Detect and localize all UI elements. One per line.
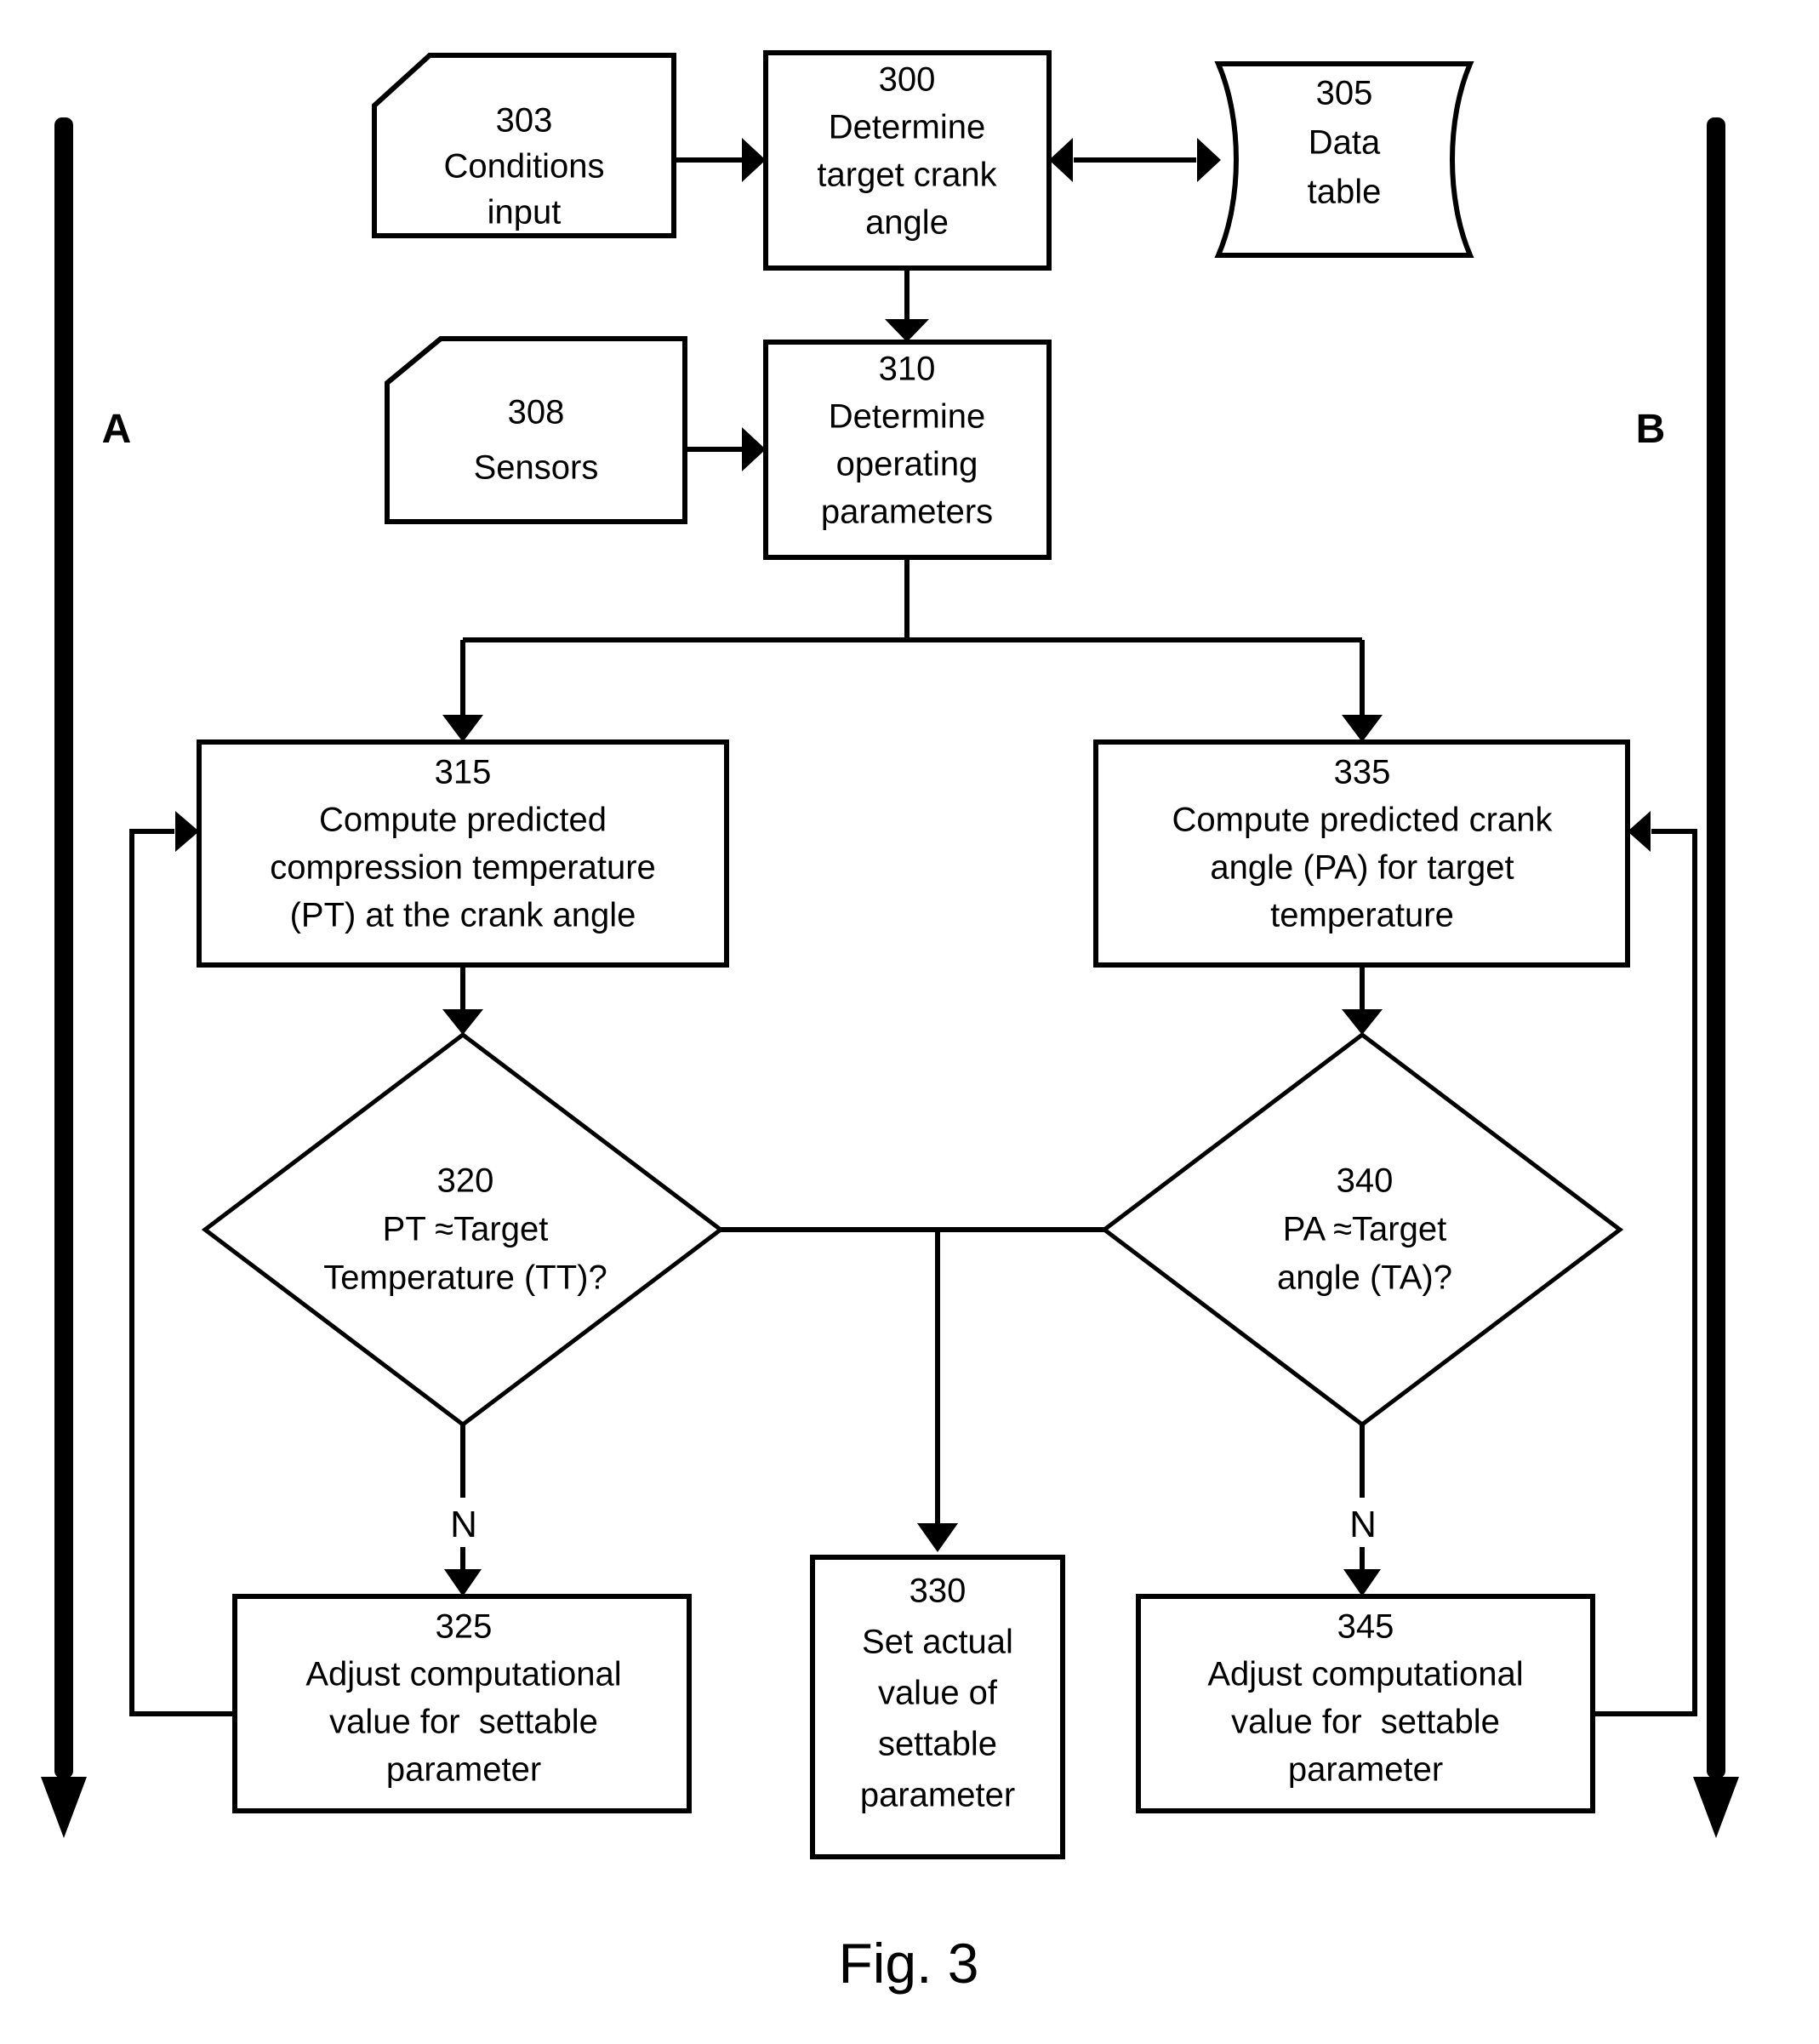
node-310-id: 310: [879, 351, 936, 388]
node-300-line3: angle: [865, 204, 949, 242]
node-315-line3: (PT) at the crank angle: [290, 897, 636, 934]
node-308-line1: Sensors: [474, 449, 599, 487]
node-335-line3: temperature: [1270, 897, 1454, 934]
node-345-id: 345: [1337, 1608, 1394, 1646]
node-305: 305 Data table: [1308, 75, 1382, 211]
rail-a-label: A: [102, 407, 132, 452]
edge-308-to-310: [685, 427, 766, 471]
node-345-line1: Adjust computational: [1207, 1656, 1523, 1693]
node-303-line2: input: [488, 194, 562, 231]
figure-caption: Fig. 3: [838, 1932, 978, 1995]
node-330-id: 330: [910, 1573, 967, 1610]
node-320-line2: Temperature (TT)?: [323, 1259, 607, 1297]
node-325-id: 325: [436, 1608, 493, 1646]
node-320-line1: PT ≈Target: [383, 1211, 549, 1248]
node-315-line1: Compute predicted: [319, 802, 607, 839]
rail-b: [1693, 117, 1739, 1838]
node-300-id: 300: [879, 61, 936, 99]
node-335-line2: angle (PA) for target: [1210, 849, 1514, 887]
edge-yes-paths-to-330: [721, 1227, 1104, 1552]
node-335-id: 335: [1334, 754, 1391, 791]
node-325-line3: parameter: [386, 1751, 541, 1789]
node-345-line3: parameter: [1288, 1751, 1443, 1789]
node-330-line4: parameter: [860, 1777, 1015, 1814]
node-310-line2: operating: [836, 446, 978, 483]
node-305-id: 305: [1316, 75, 1373, 112]
patent-figure: A B N N 303 Conditions input 300 Determi…: [0, 0, 1819, 2044]
edge-303-to-300: [674, 138, 766, 182]
rail-a: [41, 117, 87, 1838]
node-315-line2: compression temperature: [270, 849, 656, 887]
node-308-id: 308: [508, 394, 565, 431]
edge-label-320-no: N: [450, 1504, 477, 1545]
node-320-id: 320: [437, 1162, 494, 1200]
edge-300-to-310: [885, 268, 929, 342]
node-335-line1: Compute predicted crank: [1172, 802, 1554, 839]
edge-label-340-no: N: [1349, 1504, 1377, 1545]
flowchart-canvas: A B N N 303 Conditions input 300 Determi…: [41, 50, 1739, 1995]
node-325-line1: Adjust computational: [305, 1656, 621, 1693]
node-340-line2: angle (TA)?: [1277, 1259, 1452, 1297]
node-340-line1: PA ≈Target: [1283, 1211, 1446, 1248]
node-310-line3: parameters: [821, 494, 993, 531]
node-330-line1: Set actual: [862, 1624, 1013, 1661]
node-303-line1: Conditions: [443, 148, 604, 186]
node-330-line2: value of: [878, 1675, 998, 1712]
node-330-line3: settable: [878, 1726, 997, 1763]
node-303-id: 303: [496, 102, 553, 140]
node-300-line2: target crank: [817, 157, 997, 194]
node-305-line2: table: [1308, 174, 1382, 211]
edge-300-to-305: [1049, 138, 1221, 182]
node-305-line1: Data: [1309, 124, 1381, 162]
node-310-line1: Determine: [829, 398, 986, 436]
edge-335-to-340: [1342, 965, 1383, 1035]
node-340-id: 340: [1337, 1162, 1394, 1200]
rail-b-label: B: [1636, 407, 1666, 452]
node-300-line1: Determine: [829, 109, 986, 146]
edge-310-split-bus: [442, 557, 1383, 742]
node-325-line2: value for settable: [329, 1704, 598, 1741]
node-345-line2: value for settable: [1231, 1704, 1500, 1741]
edge-315-to-320: [442, 965, 483, 1035]
node-315-id: 315: [435, 754, 492, 791]
